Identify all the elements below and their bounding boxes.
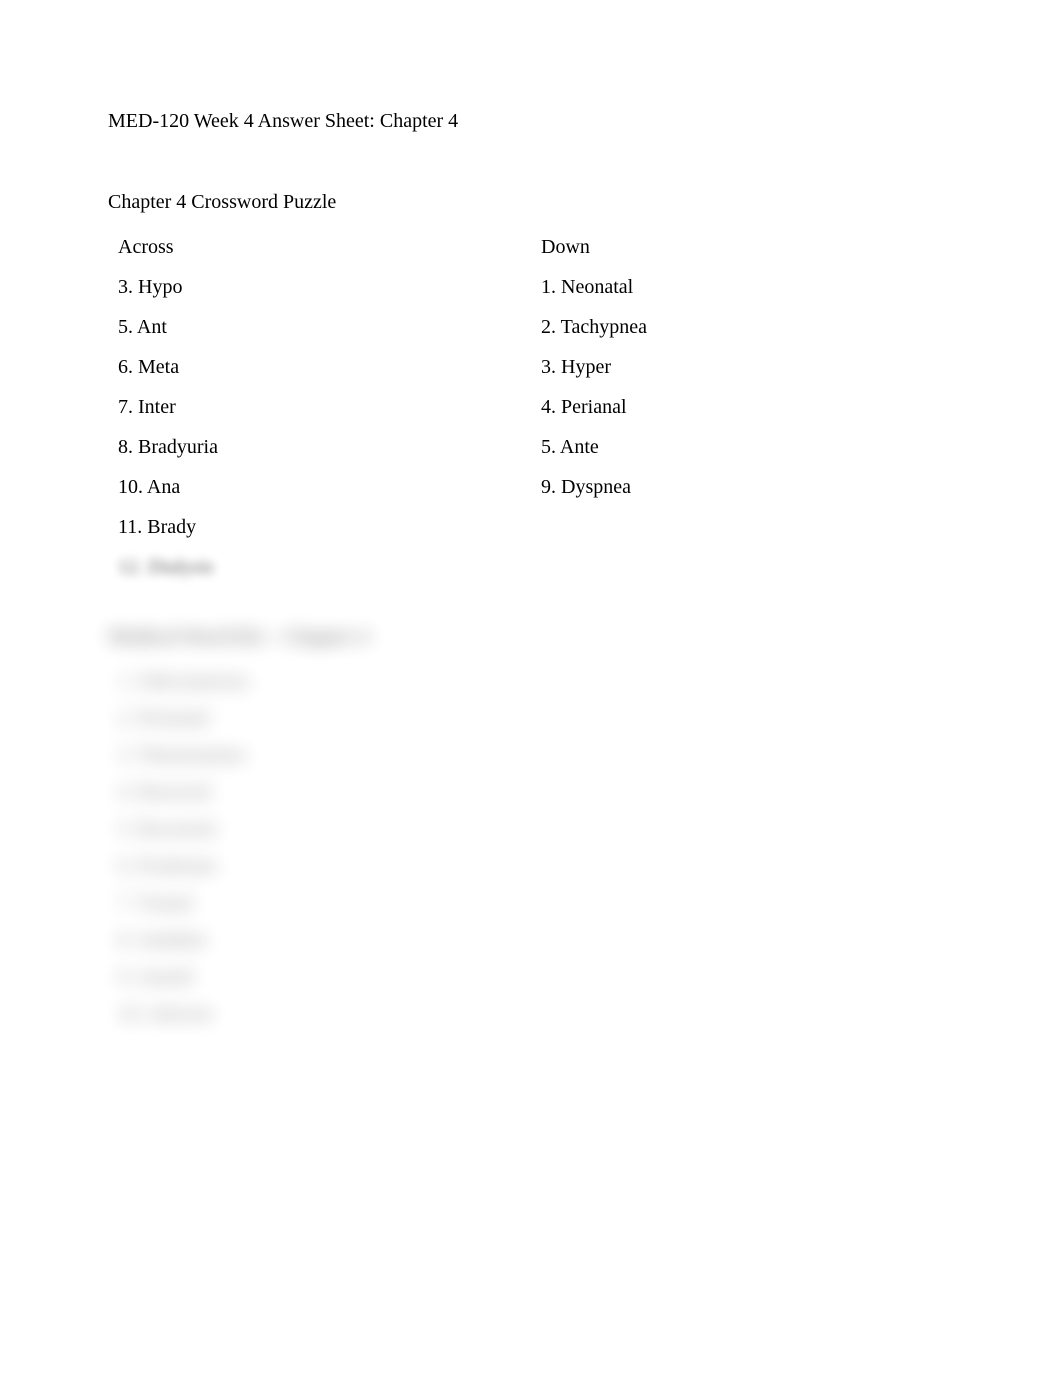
table-row: 3. Thermometer (108, 737, 565, 774)
table-row: 10. Ana 9. Dyspnea (108, 468, 954, 508)
table-row: 12. Dialysis (108, 548, 954, 588)
page-title: MED-120 Week 4 Answer Sheet: Chapter 4 (108, 110, 954, 133)
section2-title: Medical Word Kit – Chapter 4 (108, 626, 954, 649)
table-row: 3. Hypo 1. Neonatal (108, 268, 954, 308)
table-row: 5. Recurrent (108, 811, 565, 848)
wordkit-cell: 7. Transit (108, 885, 565, 922)
wordkit-cell: 1. Subcutaneous (108, 663, 565, 700)
cell-down: 2. Tachypnea (531, 308, 954, 348)
table-row: 11. Brady (108, 508, 954, 548)
table-header-row: Across Down (108, 228, 954, 268)
cell-across: 6. Meta (108, 348, 531, 388)
cell-down (531, 548, 954, 588)
cell-down: 5. Ante (531, 428, 954, 468)
section1-title: Chapter 4 Crossword Puzzle (108, 191, 954, 214)
wordkit-cell: 9. Autoid (108, 959, 565, 996)
wordkit-table: 1. Subcutaneous 2. Perinatal 3. Thermome… (108, 663, 565, 1033)
cell-across: 10. Ana (108, 468, 531, 508)
table-row: 7. Transit (108, 885, 565, 922)
cell-down (531, 508, 954, 548)
table-row: 6. Prodrome (108, 848, 565, 885)
cell-across: 12. Dialysis (108, 548, 531, 588)
crossword-table: Across Down 3. Hypo 1. Neonatal 5. Ant 2… (108, 228, 954, 588)
cell-down: 3. Hyper (531, 348, 954, 388)
wordkit-cell: 2. Perinatal (108, 700, 565, 737)
table-row: 4. Resected (108, 774, 565, 811)
cell-across: 5. Ant (108, 308, 531, 348)
wordkit-cell: 10. Adverse (108, 996, 565, 1033)
cell-across: 3. Hypo (108, 268, 531, 308)
wordkit-cell: 3. Thermometer (108, 737, 565, 774)
table-row: 10. Adverse (108, 996, 565, 1033)
cell-across: 11. Brady (108, 508, 531, 548)
cell-down: 1. Neonatal (531, 268, 954, 308)
table-row: 9. Autoid (108, 959, 565, 996)
wordkit-cell: 4. Resected (108, 774, 565, 811)
wordkit-cell: 8. Antidote (108, 922, 565, 959)
table-row: 1. Subcutaneous (108, 663, 565, 700)
cell-across: 7. Inter (108, 388, 531, 428)
table-row: 5. Ant 2. Tachypnea (108, 308, 954, 348)
cell-across: 8. Bradyuria (108, 428, 531, 468)
table-row: 2. Perinatal (108, 700, 565, 737)
table-row: 8. Bradyuria 5. Ante (108, 428, 954, 468)
header-down: Down (531, 228, 954, 268)
cell-down: 9. Dyspnea (531, 468, 954, 508)
header-across: Across (108, 228, 531, 268)
wordkit-cell: 6. Prodrome (108, 848, 565, 885)
cell-down: 4. Perianal (531, 388, 954, 428)
table-row: 6. Meta 3. Hyper (108, 348, 954, 388)
table-row: 7. Inter 4. Perianal (108, 388, 954, 428)
table-row: 8. Antidote (108, 922, 565, 959)
wordkit-cell: 5. Recurrent (108, 811, 565, 848)
